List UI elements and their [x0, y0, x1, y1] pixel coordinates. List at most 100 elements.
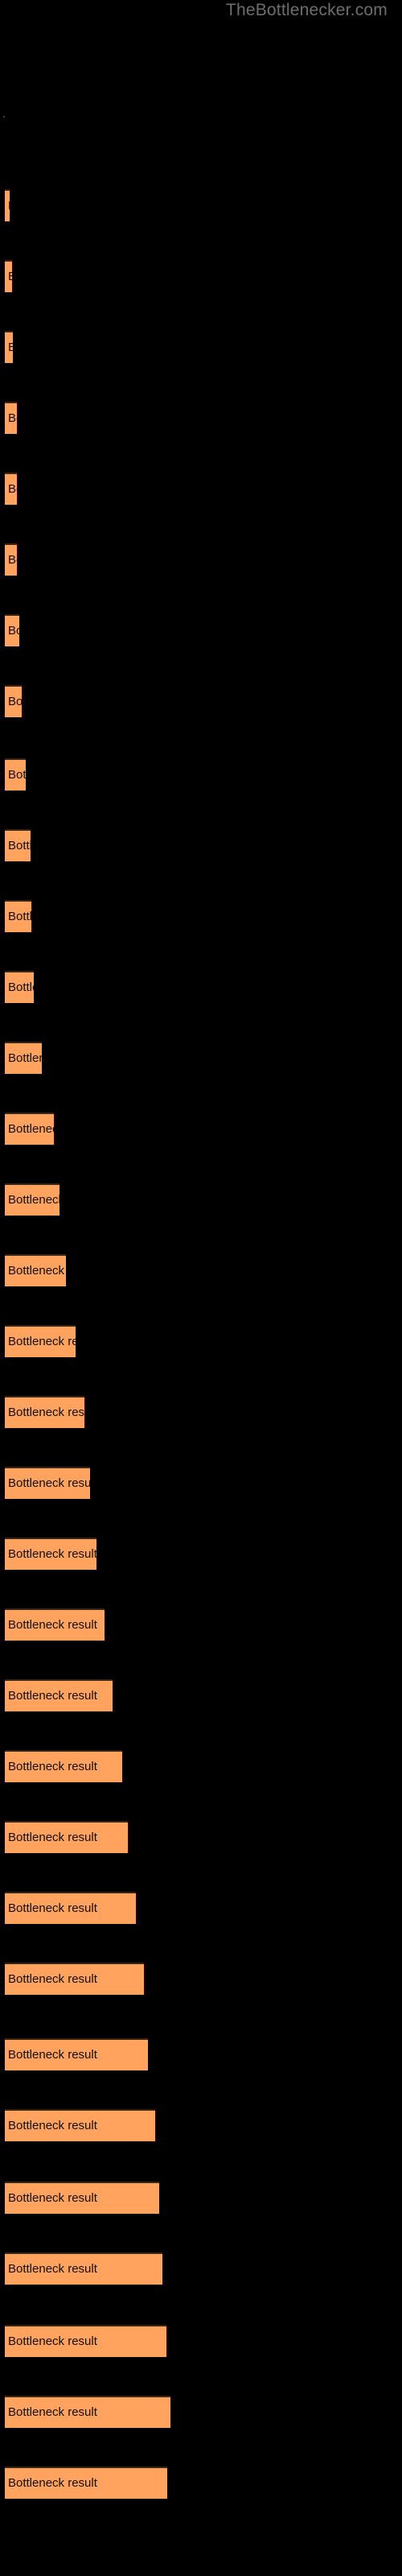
bar[interactable]: Bottleneck result — [5, 2109, 155, 2141]
bar-row: Bottleneck result — [0, 1608, 402, 1641]
bar-row: Bottleneck result — [0, 1042, 402, 1074]
bar[interactable]: Bottleneck result — [5, 1254, 66, 1286]
bar[interactable]: Bottleneck result — [5, 2467, 167, 2499]
bar-row: Bottleneck result — [0, 829, 402, 861]
bar-row: Bottleneck result — [0, 1113, 402, 1145]
bar[interactable]: Bottleneck result — [5, 758, 26, 791]
bar-chart-root: TheBottlenecker.com Bottleneck resultBot… — [0, 0, 402, 2576]
bar[interactable]: Bottleneck result — [5, 614, 19, 646]
bar-label: Bottleneck result — [8, 2334, 97, 2348]
bar-label: Bottleneck result — [8, 1335, 76, 1348]
bar-row: Bottleneck result — [0, 1183, 402, 1216]
bar-label: Bottleneck result — [8, 1972, 97, 1986]
bar[interactable]: Bottleneck result — [5, 1892, 136, 1924]
bar[interactable]: Bottleneck result — [5, 1963, 144, 1995]
bar-row: Bottleneck result — [0, 1254, 402, 1286]
bar[interactable]: Bottleneck result — [5, 260, 12, 292]
bar[interactable]: Bottleneck result — [5, 402, 17, 434]
bar-row: Bottleneck result — [0, 260, 402, 292]
bar[interactable]: Bottleneck result — [5, 1396, 84, 1428]
bar-label: Bottleneck result — [8, 411, 17, 425]
bar-row: Bottleneck result — [0, 1467, 402, 1499]
bar-label: Bottleneck result — [8, 1547, 96, 1561]
bar-row: Bottleneck result — [0, 971, 402, 1003]
bar-label: Bottleneck result — [8, 2262, 97, 2276]
bar-label: Bottleneck result — [8, 2405, 97, 2419]
bar-label: Bottleneck result — [8, 1406, 84, 1419]
bar-label: Bottleneck result — [8, 1760, 97, 1773]
bar-label: Bottleneck result — [8, 1051, 42, 1065]
bar-label: Bottleneck result — [8, 910, 31, 923]
bar-label: Bottleneck result — [8, 1618, 97, 1632]
bar[interactable]: Bottleneck result — [5, 543, 17, 576]
bar-label: Bottleneck result — [8, 1831, 97, 1844]
bar-label: Bottleneck result — [8, 2048, 97, 2062]
bar-row: Bottleneck result — [0, 402, 402, 434]
bar[interactable]: Bottleneck result — [5, 2252, 162, 2285]
bar-label: Bottleneck result — [8, 1264, 66, 1278]
bar-label: Bottleneck result — [8, 980, 34, 994]
bar[interactable]: Bottleneck result — [5, 2182, 159, 2214]
bar[interactable]: Bottleneck result — [5, 1113, 54, 1145]
bar-label: Bottleneck result — [8, 262, 12, 292]
bar-label: Bottleneck result — [8, 553, 17, 567]
bar[interactable]: Bottleneck result — [5, 1042, 42, 1074]
bar-row: Bottleneck result — [0, 1821, 402, 1853]
bar-row: Bottleneck result — [0, 543, 402, 576]
bar-label: Bottleneck result — [8, 1901, 97, 1915]
bar-label: Bottleneck result — [8, 695, 22, 708]
bar[interactable]: Bottleneck result — [5, 2325, 166, 2357]
bar-label: Bottleneck result — [8, 191, 10, 221]
bar[interactable]: Bottleneck result — [5, 829, 31, 861]
bar[interactable]: Bottleneck result — [5, 1538, 96, 1570]
bar-label: Bottleneck result — [8, 332, 13, 363]
bar[interactable]: Bottleneck result — [5, 1467, 90, 1499]
bar-label: Bottleneck result — [8, 1689, 97, 1703]
bar-row: Bottleneck result — [0, 2467, 402, 2499]
bar[interactable]: Bottleneck result — [5, 1183, 59, 1216]
bar[interactable]: Bottleneck result — [5, 331, 13, 363]
bar-label: Bottleneck result — [8, 768, 26, 782]
bar-row: Bottleneck result — [0, 189, 402, 221]
bar-row: Bottleneck result — [0, 1679, 402, 1711]
bar[interactable]: Bottleneck result — [5, 189, 10, 221]
bar[interactable]: Bottleneck result — [5, 2038, 148, 2070]
bar-label: Bottleneck result — [8, 1122, 54, 1136]
bar-label: Bottleneck result — [8, 2119, 97, 2132]
bar-row: Bottleneck result — [0, 2182, 402, 2214]
bar-row: Bottleneck result — [0, 900, 402, 932]
bar-row: Bottleneck result — [0, 614, 402, 646]
bar-row: Bottleneck result — [0, 2325, 402, 2357]
bar[interactable]: Bottleneck result — [5, 2396, 170, 2428]
bar-row: Bottleneck result — [0, 1538, 402, 1570]
bar[interactable]: Bottleneck result — [5, 971, 34, 1003]
bar-row: Bottleneck result — [0, 2396, 402, 2428]
bar-label: Bottleneck result — [8, 2191, 97, 2205]
bar-row: Bottleneck result — [0, 1963, 402, 1995]
bar-row: Bottleneck result — [0, 2252, 402, 2285]
bar-row: Bottleneck result — [0, 1892, 402, 1924]
bar[interactable]: Bottleneck result — [5, 1750, 122, 1782]
bar-label: Bottleneck result — [8, 1193, 59, 1207]
bar[interactable]: Bottleneck result — [5, 473, 17, 505]
bar-row: Bottleneck result — [0, 2038, 402, 2070]
bar[interactable]: Bottleneck result — [5, 1608, 105, 1641]
bar[interactable]: Bottleneck result — [5, 1325, 76, 1357]
plot-area: Bottleneck result Bottleneck result Bottle… — [0, 0, 402, 2576]
bar-label: Bottleneck result — [8, 1476, 90, 1490]
bar-row: Bottleneck result — [0, 1750, 402, 1782]
bar[interactable]: Bottleneck result — [5, 1821, 128, 1853]
bar-label: Bottleneck result — [8, 482, 17, 496]
bar-label: Bottleneck result — [8, 839, 31, 852]
bar-row: Bottleneck result — [0, 473, 402, 505]
bar-row: Bottleneck result — [0, 758, 402, 791]
bar-row: Bottleneck result — [0, 1396, 402, 1428]
bar[interactable]: Bottleneck result — [5, 685, 22, 717]
bar-row: Bottleneck result — [0, 2109, 402, 2141]
bar-row: Bottleneck result — [0, 1325, 402, 1357]
bar[interactable]: Bottleneck result — [5, 900, 31, 932]
bar-label: Bottleneck result — [8, 2476, 97, 2490]
bar-label: Bottleneck result — [8, 624, 19, 638]
bar[interactable]: Bottleneck result — [5, 1679, 113, 1711]
bar-row: Bottleneck result — [0, 685, 402, 717]
